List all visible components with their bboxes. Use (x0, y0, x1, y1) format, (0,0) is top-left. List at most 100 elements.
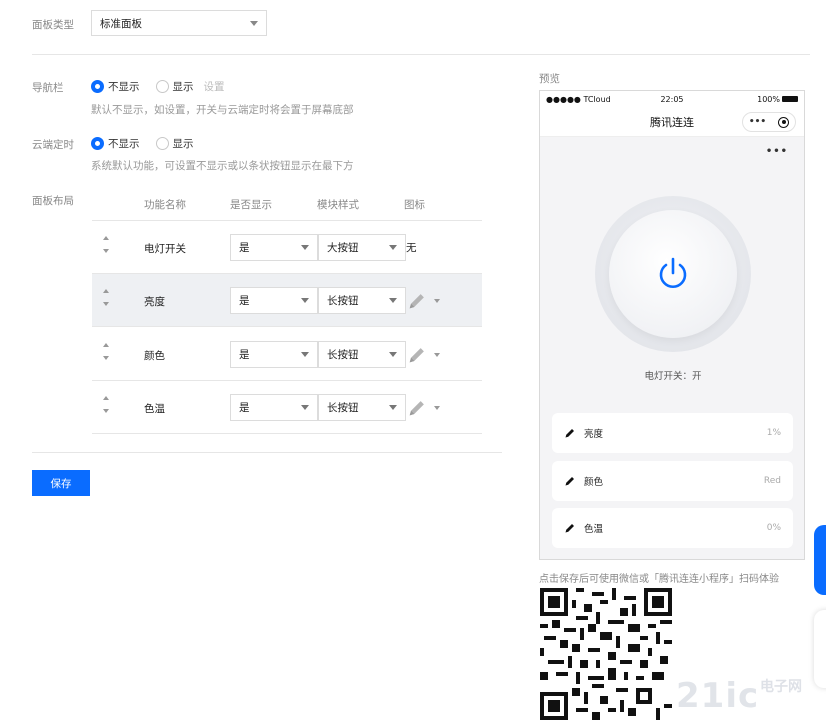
chevron-down-icon (250, 20, 258, 26)
layout-label: 面板布局 (32, 195, 74, 207)
style-value: 长按钮 (327, 295, 359, 307)
mini-program-capsule[interactable]: ••• (742, 112, 796, 132)
show-select[interactable]: 是 (230, 341, 318, 368)
pencil-icon (409, 401, 424, 416)
radio-label: 不显示 (108, 138, 140, 150)
row-name: 亮度 (144, 296, 165, 308)
style-select[interactable]: 长按钮 (318, 287, 406, 314)
style-select[interactable]: 长按钮 (318, 341, 406, 368)
preview-card-color[interactable]: 颜色 Red (552, 461, 793, 501)
floating-side-panel[interactable] (814, 610, 826, 688)
navbar-radio-hide[interactable]: 不显示 (91, 79, 140, 94)
timer-setting-label: 云端定时 (32, 139, 74, 151)
navbar-radio-group: 不显示 显示 设置 (91, 79, 235, 94)
card-name: 色温 (584, 524, 604, 535)
watermark-logo: 21ic (676, 676, 760, 716)
timer-radio-hide[interactable]: 不显示 (91, 136, 140, 151)
radio-checked-icon (91, 137, 104, 150)
pencil-icon (565, 429, 574, 438)
radio-unchecked-icon (155, 80, 169, 93)
show-value: 是 (239, 295, 250, 307)
chevron-down-icon (389, 405, 397, 410)
show-value: 是 (239, 242, 250, 254)
table-row: 电灯开关 是 大按钮 无 (92, 221, 482, 274)
col-header-show: 是否显示 (230, 199, 272, 211)
power-icon (659, 257, 687, 288)
icon-select[interactable] (406, 397, 440, 419)
pencil-icon (565, 477, 574, 486)
pencil-icon (565, 524, 574, 533)
drag-sort-icon[interactable] (103, 289, 111, 311)
icon-select[interactable] (406, 290, 440, 312)
chevron-down-icon (389, 298, 397, 303)
show-select[interactable]: 是 (230, 234, 318, 261)
card-name: 亮度 (584, 429, 604, 440)
divider (32, 54, 810, 55)
navbar-setting-label: 导航栏 (32, 82, 64, 94)
preview-card-color-temp[interactable]: 色温 0% (552, 508, 793, 548)
phone-title: 腾讯连连 (650, 115, 694, 129)
close-target-icon[interactable] (778, 116, 790, 128)
drag-sort-icon[interactable] (103, 236, 111, 258)
phone-preview: ●●●●● TCloud 22:05 100% 腾讯连连 ••• ••• 电灯开… (539, 90, 805, 560)
table-row: 色温 是 长按钮 (92, 381, 482, 434)
row-name: 颜色 (144, 350, 165, 362)
card-name: 颜色 (584, 477, 604, 488)
chevron-down-icon (301, 245, 309, 250)
preview-card-brightness[interactable]: 亮度 1% (552, 413, 793, 453)
icon-select[interactable] (406, 344, 440, 366)
timer-radio-group: 不显示 显示 (91, 136, 204, 151)
pencil-icon (409, 348, 424, 363)
show-select[interactable]: 是 (230, 394, 318, 421)
chevron-down-icon (434, 353, 440, 357)
radio-unchecked-icon (155, 137, 169, 150)
drag-sort-icon[interactable] (103, 343, 111, 365)
radio-checked-icon (91, 80, 104, 93)
radio-label: 显示 (172, 138, 194, 150)
panel-type-label: 面板类型 (32, 19, 74, 31)
chevron-down-icon (301, 405, 309, 410)
more-menu-icon[interactable]: ••• (766, 146, 788, 157)
navbar-radio-show[interactable]: 显示 设置 (155, 79, 225, 94)
style-value: 大按钮 (327, 242, 359, 254)
table-row: 亮度 是 长按钮 (92, 274, 482, 327)
card-value: Red (763, 476, 781, 486)
navbar-settings-link[interactable]: 设置 (204, 79, 225, 94)
timer-radio-show[interactable]: 显示 (155, 136, 194, 151)
show-value: 是 (239, 349, 250, 361)
style-value: 长按钮 (327, 349, 359, 361)
show-value: 是 (239, 402, 250, 414)
style-value: 长按钮 (327, 402, 359, 414)
chevron-down-icon (434, 406, 440, 410)
panel-type-value: 标准面板 (100, 17, 142, 30)
chevron-down-icon (434, 299, 440, 303)
row-name: 色温 (144, 403, 165, 415)
phone-nav-bar: 腾讯连连 ••• (540, 107, 804, 137)
pencil-icon (409, 294, 424, 309)
preview-label: 预览 (539, 73, 560, 85)
watermark-sub: 电子网 (760, 680, 802, 694)
icon-value: 无 (406, 242, 417, 254)
style-select[interactable]: 长按钮 (318, 394, 406, 421)
col-header-name: 功能名称 (144, 199, 186, 211)
radio-label: 不显示 (108, 81, 140, 93)
row-name: 电灯开关 (144, 243, 186, 255)
panel-type-select[interactable]: 标准面板 (91, 10, 267, 36)
power-button[interactable] (595, 196, 751, 352)
style-select[interactable]: 大按钮 (318, 234, 406, 261)
floating-side-button[interactable] (814, 525, 826, 595)
radio-label: 显示 (172, 81, 194, 93)
scan-hint: 点击保存后可使用微信或「腾讯连连小程序」扫码体验 (539, 574, 779, 585)
chevron-down-icon (301, 352, 309, 357)
phone-status-bar: ●●●●● TCloud 22:05 100% (540, 91, 804, 107)
divider (32, 452, 502, 453)
save-button[interactable]: 保存 (32, 470, 90, 496)
drag-sort-icon[interactable] (103, 396, 111, 418)
table-row: 颜色 是 长按钮 (92, 328, 482, 381)
card-value: 1% (766, 428, 781, 438)
show-select[interactable]: 是 (230, 287, 318, 314)
watermark-sub1: 电子网 (760, 679, 802, 695)
more-dots-icon[interactable]: ••• (749, 117, 766, 127)
qr-code-image (540, 588, 672, 720)
power-status-text: 电灯开关：开 (644, 371, 702, 382)
